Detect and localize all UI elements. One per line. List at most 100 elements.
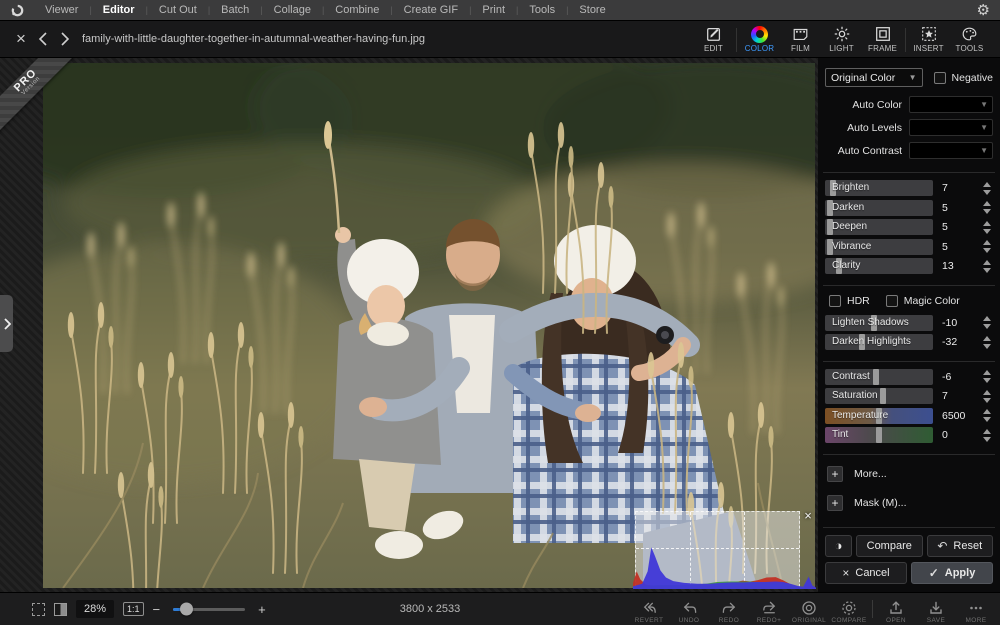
zoom-in-button[interactable]: + bbox=[258, 602, 266, 617]
tab-tools[interactable]: TOOLS bbox=[949, 21, 990, 57]
vibrance-slider[interactable]: Vibrance bbox=[825, 239, 933, 255]
slider-handle[interactable] bbox=[873, 369, 879, 385]
zoom-slider-handle[interactable] bbox=[180, 603, 193, 616]
darken-highlights-stepper[interactable] bbox=[983, 336, 993, 349]
selection-tool-icon[interactable] bbox=[32, 603, 45, 616]
auto-color-dropdown[interactable]: ▼ bbox=[909, 96, 993, 113]
vibrance-stepper[interactable] bbox=[983, 240, 993, 253]
step-up-icon[interactable] bbox=[983, 316, 991, 321]
prev-file-button[interactable] bbox=[32, 28, 54, 50]
menu-editor[interactable]: Editor bbox=[97, 4, 141, 16]
step-up-icon[interactable] bbox=[983, 201, 991, 206]
clarity-slider[interactable]: Clarity bbox=[825, 258, 933, 274]
step-down-icon[interactable] bbox=[983, 209, 991, 214]
tab-frame[interactable]: FRAME bbox=[862, 21, 903, 57]
undo-button[interactable]: UNDO bbox=[669, 595, 709, 624]
menu-print[interactable]: Print bbox=[476, 4, 511, 16]
step-down-icon[interactable] bbox=[983, 398, 991, 403]
menu-combine[interactable]: Combine bbox=[329, 4, 385, 16]
step-up-icon[interactable] bbox=[983, 336, 991, 341]
lighten-shadows-slider[interactable]: Lighten Shadows bbox=[825, 315, 933, 331]
tab-light[interactable]: LIGHT bbox=[821, 21, 862, 57]
zoom-slider[interactable] bbox=[173, 608, 245, 611]
save-button[interactable]: SAVE bbox=[916, 594, 956, 624]
step-down-icon[interactable] bbox=[983, 190, 991, 195]
menu-tools[interactable]: Tools bbox=[523, 4, 561, 16]
close-file-button[interactable]: × bbox=[10, 28, 32, 50]
next-file-button[interactable] bbox=[54, 28, 76, 50]
tint-stepper[interactable] bbox=[983, 429, 993, 442]
step-down-icon[interactable] bbox=[983, 344, 991, 349]
step-up-icon[interactable] bbox=[983, 221, 991, 226]
clarity-stepper[interactable] bbox=[983, 260, 993, 273]
zoom-out-button[interactable]: − bbox=[153, 602, 161, 617]
step-down-icon[interactable] bbox=[983, 437, 991, 442]
cancel-button[interactable]: ×Cancel bbox=[825, 562, 907, 584]
step-down-icon[interactable] bbox=[983, 378, 991, 383]
app-logo-icon[interactable] bbox=[10, 3, 25, 18]
reset-button[interactable]: ↶Reset bbox=[927, 535, 994, 557]
tab-edit[interactable]: EDIT bbox=[693, 21, 734, 57]
slider-handle[interactable] bbox=[876, 427, 882, 443]
menu-cut-out[interactable]: Cut Out bbox=[153, 4, 203, 16]
step-up-icon[interactable] bbox=[983, 390, 991, 395]
split-compare-button[interactable]: ◑ bbox=[825, 535, 852, 557]
negative-checkbox[interactable] bbox=[934, 72, 946, 84]
step-down-icon[interactable] bbox=[983, 417, 991, 422]
saturation-stepper[interactable] bbox=[983, 390, 993, 403]
open-button[interactable]: OPEN bbox=[876, 594, 916, 624]
one-to-one-button[interactable]: 1:1 bbox=[123, 602, 144, 616]
tint-slider[interactable]: Tint bbox=[825, 427, 933, 443]
step-up-icon[interactable] bbox=[983, 182, 991, 187]
slider-handle[interactable] bbox=[880, 388, 886, 404]
auto-contrast-dropdown[interactable]: ▼ bbox=[909, 142, 993, 159]
menu-batch[interactable]: Batch bbox=[215, 4, 255, 16]
darken-slider[interactable]: Darken bbox=[825, 200, 933, 216]
redo-button[interactable]: REDO bbox=[709, 595, 749, 624]
color-preset-dropdown[interactable]: Original Color ▼ bbox=[825, 68, 923, 87]
darken-stepper[interactable] bbox=[983, 201, 993, 214]
temperature-slider[interactable]: Temperature bbox=[825, 408, 933, 424]
original-button[interactable]: ORIGINAL bbox=[789, 594, 829, 624]
saturation-slider[interactable]: Saturation bbox=[825, 388, 933, 404]
menu-create-gif[interactable]: Create GIF bbox=[398, 4, 464, 16]
darken-highlights-slider[interactable]: Darken Highlights bbox=[825, 334, 933, 350]
zoom-percent[interactable]: 28% bbox=[76, 600, 114, 618]
step-down-icon[interactable] bbox=[983, 229, 991, 234]
step-down-icon[interactable] bbox=[983, 324, 991, 329]
menu-viewer[interactable]: Viewer bbox=[39, 4, 84, 16]
contrast-slider[interactable]: Contrast bbox=[825, 369, 933, 385]
temperature-stepper[interactable] bbox=[983, 409, 993, 422]
menu-collage[interactable]: Collage bbox=[268, 4, 317, 16]
step-up-icon[interactable] bbox=[983, 409, 991, 414]
mask-button[interactable]: + Mask (M)... bbox=[827, 495, 993, 511]
contrast-stepper[interactable] bbox=[983, 370, 993, 383]
left-panel-expander[interactable] bbox=[0, 295, 13, 352]
auto-levels-dropdown[interactable]: ▼ bbox=[909, 119, 993, 136]
step-down-icon[interactable] bbox=[983, 248, 991, 253]
step-up-icon[interactable] bbox=[983, 260, 991, 265]
compare-button[interactable]: Compare bbox=[856, 535, 923, 557]
compare-original-button[interactable]: COMPARE bbox=[829, 594, 869, 624]
step-up-icon[interactable] bbox=[983, 429, 991, 434]
step-up-icon[interactable] bbox=[983, 240, 991, 245]
background-toggle-icon[interactable] bbox=[54, 603, 67, 616]
step-down-icon[interactable] bbox=[983, 268, 991, 273]
revert-button[interactable]: REVERT bbox=[629, 595, 669, 624]
histogram-close-button[interactable]: × bbox=[801, 509, 815, 523]
magic-color-checkbox[interactable] bbox=[886, 295, 898, 307]
more-button[interactable]: + More... bbox=[827, 466, 993, 482]
brighten-stepper[interactable] bbox=[983, 182, 993, 195]
deepen-stepper[interactable] bbox=[983, 221, 993, 234]
menu-store[interactable]: Store bbox=[573, 4, 611, 16]
apply-button[interactable]: ✓Apply bbox=[911, 562, 993, 584]
hdr-checkbox[interactable] bbox=[829, 295, 841, 307]
tab-film[interactable]: FILM bbox=[780, 21, 821, 57]
photo-canvas[interactable]: PRO Version × bbox=[0, 58, 818, 592]
step-up-icon[interactable] bbox=[983, 370, 991, 375]
tab-color[interactable]: COLOR bbox=[739, 21, 780, 57]
brighten-slider[interactable]: Brighten bbox=[825, 180, 933, 196]
redo-plus-button[interactable]: REDO+ bbox=[749, 595, 789, 624]
settings-gear-icon[interactable]: ⚙ bbox=[977, 3, 990, 18]
deepen-slider[interactable]: Deepen bbox=[825, 219, 933, 235]
